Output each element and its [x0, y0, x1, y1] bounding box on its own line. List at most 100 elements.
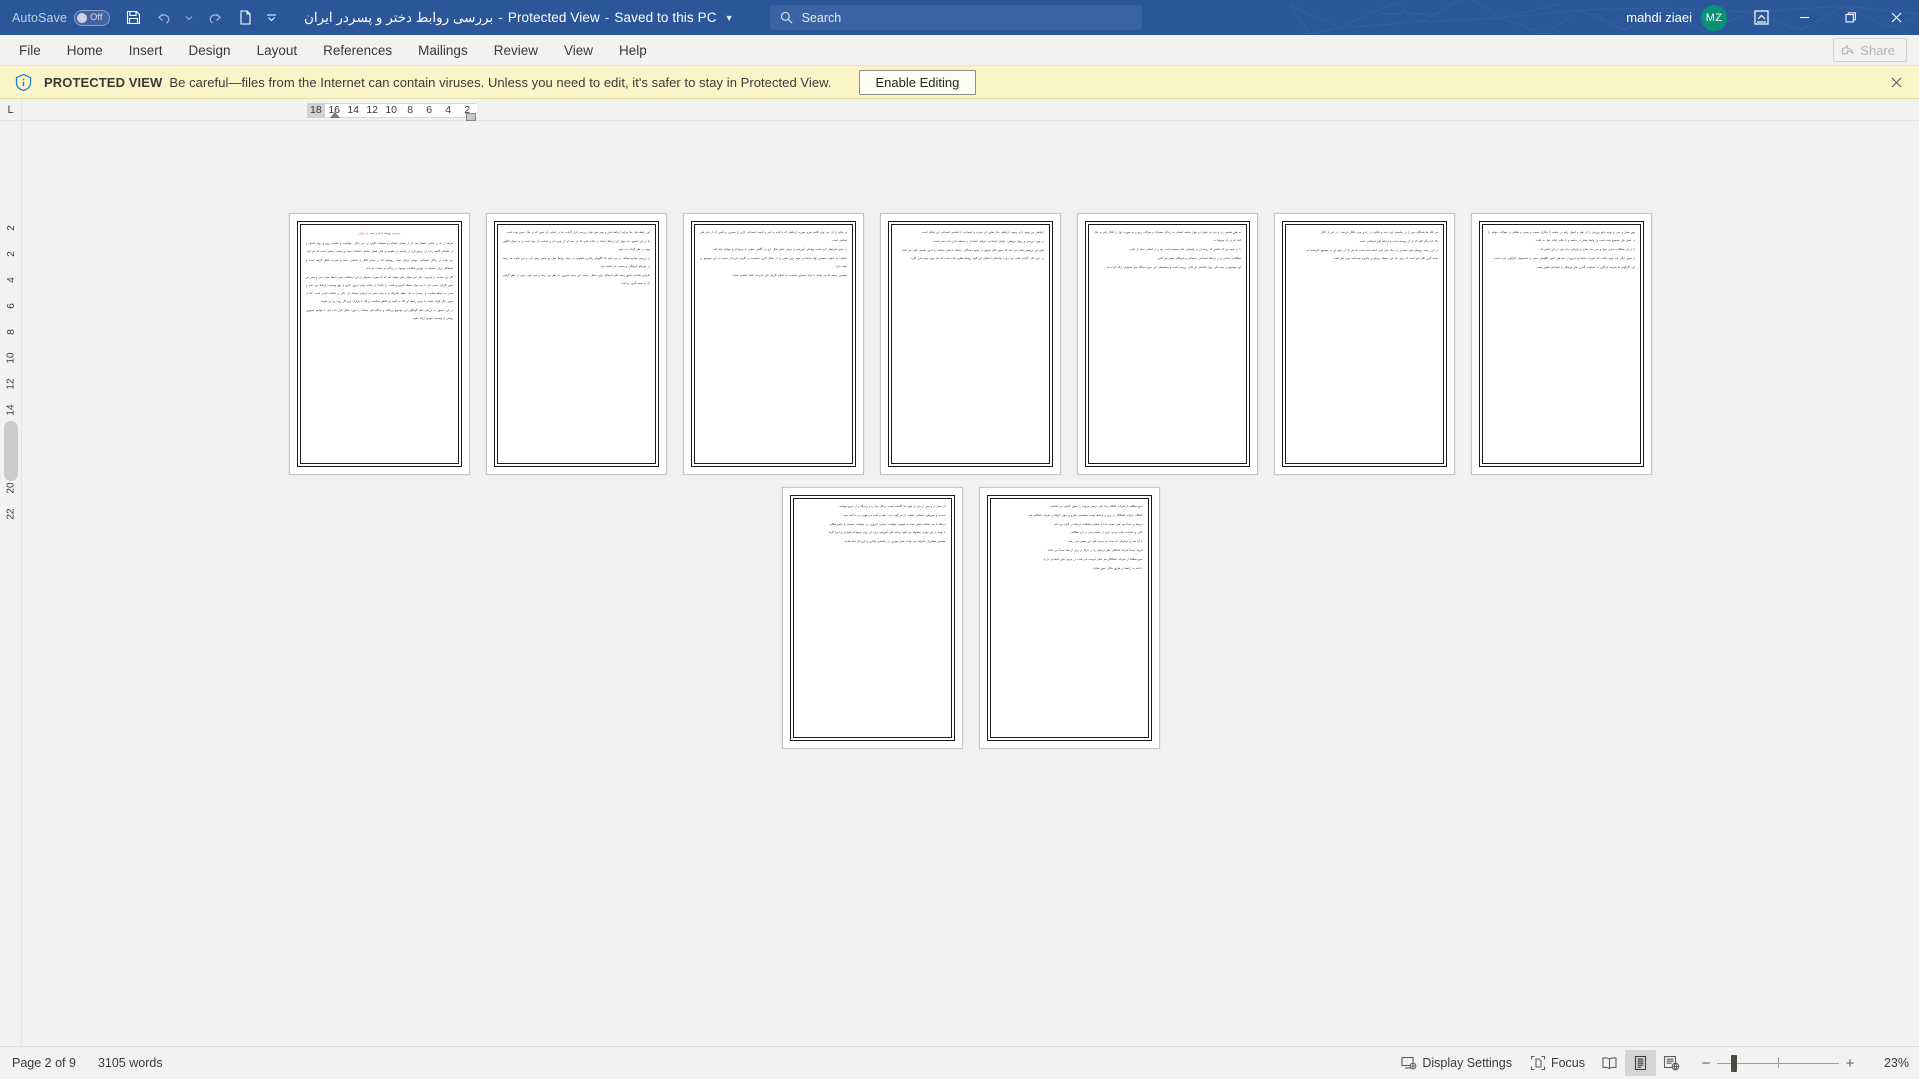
tab-review[interactable]: Review: [481, 35, 551, 65]
page-border-outer: بررسی روابط دختر و پسر در ایران هرچند از…: [297, 221, 462, 467]
tab-mailings-label: Mailings: [418, 42, 468, 58]
tab-home[interactable]: Home: [54, 35, 116, 65]
zoom-out-button[interactable]: −: [1695, 1051, 1717, 1075]
share-button[interactable]: Share: [1833, 38, 1907, 62]
enable-editing-button[interactable]: Enable Editing: [858, 69, 977, 95]
page-content: می لنگ ها شدنگان جور را در جامعیتی فرد ب…: [1291, 229, 1438, 459]
left-indent-icon[interactable]: [466, 113, 476, 121]
zoom-slider-thumb[interactable]: [1731, 1055, 1737, 1072]
avatar[interactable]: MZ: [1701, 4, 1727, 31]
zoom-slider[interactable]: [1717, 1051, 1839, 1075]
tab-design[interactable]: Design: [176, 35, 244, 65]
autosave-toggle[interactable]: AutoSave Off: [8, 9, 118, 26]
page-border-inner: در حالی از آن می توان اقامه شرح صورت ارت…: [694, 224, 853, 464]
tab-home-label: Home: [66, 42, 103, 58]
print-layout-icon[interactable]: [1625, 1050, 1656, 1076]
ruler-tick-18: 18: [310, 104, 322, 116]
document-page[interactable]: ارتباطی بین وجود دارد. وجود، ارتباطی مثل…: [880, 213, 1061, 475]
indent-marker-handle[interactable]: [330, 112, 340, 118]
page-paragraph: یافتگان شرکت اشکالگر در نرخ ی ارتباط هست…: [1028, 513, 1143, 517]
page-paragraph: نتایج این پژوهش نشان می دهد که بخش قابل …: [901, 248, 1044, 252]
document-page[interactable]: این رابطه های ملا چرایی ارتباط دختر و پس…: [486, 213, 667, 475]
vruler-tick-5: 10: [5, 352, 16, 364]
vruler-tick-10: 20: [5, 482, 16, 494]
enable-editing-label: Enable Editing: [875, 74, 960, 90]
vertical-scrollbar-thumb[interactable]: [4, 421, 18, 481]
word-count[interactable]: 3105 words: [98, 1056, 163, 1070]
page-indicator[interactable]: Page 2 of 9: [12, 1056, 76, 1070]
page-paragraph: از سوی دیگر، باید توجه داشت که تغییرات ا…: [1493, 256, 1635, 260]
document-page[interactable]: آن مجاز از و پسر از جزء از هیوه اند گامش…: [781, 487, 963, 749]
title-separator-2: -: [604, 10, 610, 25]
page-paragraph: با آن هم ی برسرگی اند سنت به مرتبی های ا…: [1067, 540, 1143, 544]
document-page[interactable]: بررسی روابط دختر و پسر در ایران هرچند از…: [289, 213, 470, 475]
page-paragraph: خانواده به عنوان نخستین نهاد اجتماعی، مه…: [700, 256, 847, 268]
tab-file[interactable]: File: [6, 35, 54, 65]
display-settings-label: Display Settings: [1422, 1056, 1512, 1070]
page-paragraph: با قدم به رابطه از طریق مکان عمق شامل.: [1092, 566, 1143, 570]
page-paragraph: اگر این مقدمه را بپذیریم، عمل این سوال پ…: [306, 275, 453, 304]
page-border-inner: منبع مطالعه از شرکت اشکال جدا علی درسی ج…: [989, 498, 1149, 738]
page-paragraph: می لنگ ها شدنگان جور را در جامعیتی فرد ب…: [1320, 231, 1438, 234]
close-icon[interactable]: [1883, 69, 1909, 95]
page-paragraph: با در آن مشکلات سازی نمود و پس جدا جدای …: [1539, 248, 1635, 251]
zoom-control[interactable]: − + 23%: [1695, 1051, 1909, 1075]
restore-icon[interactable]: [1827, 0, 1873, 35]
document-page[interactable]: در حالی از آن می توان اقامه شرح صورت ارت…: [683, 213, 864, 475]
zoom-in-button[interactable]: +: [1839, 1051, 1861, 1075]
document-title[interactable]: بررسی روابط دختر و پسردر ایران - Protect…: [304, 10, 734, 26]
autosave-state-label: Off: [90, 11, 103, 23]
page-paragraph: این رابطه های ملا چرایی ارتباط دختر و پس…: [505, 231, 650, 234]
first-line-indent-icon[interactable]: [330, 112, 340, 118]
document-page[interactable]: به طور طبیعی زن و مرد به عنوان دو چهار ج…: [1077, 213, 1258, 475]
tab-mailings[interactable]: Mailings: [405, 35, 481, 65]
undo-icon[interactable]: [148, 3, 178, 33]
tab-help-label: Help: [619, 42, 647, 58]
display-settings-button[interactable]: Display Settings: [1392, 1050, 1521, 1076]
undo-dropdown-icon[interactable]: [178, 3, 200, 33]
document-workspace[interactable]: 2 2 4 6 8 10 12 14 16 18 20 22 بررسی روا…: [0, 121, 1919, 1046]
minimize-icon[interactable]: [1781, 0, 1827, 35]
tab-stop-selector-glyph: L: [7, 104, 14, 116]
protected-view-banner: PROTECTED VIEW Be careful—files from the…: [0, 66, 1919, 99]
protected-view-title: PROTECTED VIEW: [44, 74, 163, 90]
ruler-tick-8: 8: [407, 104, 414, 116]
document-page[interactable]: مهر شعار و بینی و توجه مانع پرورش را از …: [1471, 213, 1652, 475]
vruler-tick-2: 4: [5, 277, 16, 283]
new-document-icon[interactable]: [230, 3, 260, 33]
zoom-level-label[interactable]: 23%: [1867, 1056, 1909, 1070]
pages-container[interactable]: بررسی روابط دختر و پسر در ایران هرچند از…: [22, 121, 1919, 1046]
focus-mode-button[interactable]: Focus: [1521, 1050, 1594, 1076]
web-layout-icon[interactable]: [1656, 1050, 1687, 1076]
autosave-switch-knob: [77, 12, 88, 23]
save-icon[interactable]: [118, 3, 148, 33]
page-border-outer: منبع مطالعه از شرکت اشکال جدا علی درسی ج…: [986, 495, 1152, 741]
search-input[interactable]: Search: [769, 5, 1142, 30]
page-border-inner: می لنگ ها شدنگان جور را در جامعیتی فرد ب…: [1285, 224, 1444, 464]
vruler-tick-1: 2: [5, 251, 16, 257]
chevron-down-icon[interactable]: ▼: [725, 13, 734, 23]
vertical-ruler[interactable]: 2 2 4 6 8 10 12 14 16 18 20 22: [0, 121, 22, 1046]
ribbon-display-options-icon[interactable]: [1741, 0, 1781, 35]
tab-references[interactable]: References: [310, 35, 405, 65]
tab-help[interactable]: Help: [606, 35, 660, 65]
redo-icon[interactable]: [200, 3, 230, 33]
page-border-outer: مهر شعار و بینی و توجه مانع پرورش را از …: [1479, 221, 1644, 467]
tab-layout[interactable]: Layout: [244, 35, 311, 65]
page-paragraph: نتیجه گیری کلی این است که برای حل این مس…: [1332, 257, 1438, 261]
tab-stop-selector[interactable]: L: [0, 99, 22, 121]
title-bar: AutoSave Off بررسی روابط دختر و پسردر ای…: [0, 0, 1919, 35]
read-mode-icon[interactable]: [1594, 1050, 1625, 1076]
user-name[interactable]: mahdi ziaei: [1626, 10, 1692, 25]
tab-insert[interactable]: Insert: [116, 35, 176, 65]
document-page[interactable]: می لنگ ها شدنگان جور را در جامعیتی فرد ب…: [1274, 213, 1455, 475]
autosave-switch[interactable]: Off: [74, 9, 111, 26]
tab-view[interactable]: View: [551, 35, 606, 65]
page-content: این رابطه های ملا چرایی ارتباط دختر و پس…: [503, 229, 650, 459]
document-page[interactable]: منبع مطالعه از شرکت اشکال جدا علی درسی ج…: [978, 487, 1160, 749]
close-icon[interactable]: [1873, 0, 1919, 35]
vruler-tick-11: 22: [5, 508, 16, 520]
page-border-outer: این رابطه های ملا چرایی ارتباط دختر و پس…: [494, 221, 659, 467]
customize-quick-access-toolbar-icon[interactable]: [260, 3, 282, 33]
page-paragraph: بالا داده مگر کلید که از آن پیوسته است و…: [1358, 239, 1438, 243]
